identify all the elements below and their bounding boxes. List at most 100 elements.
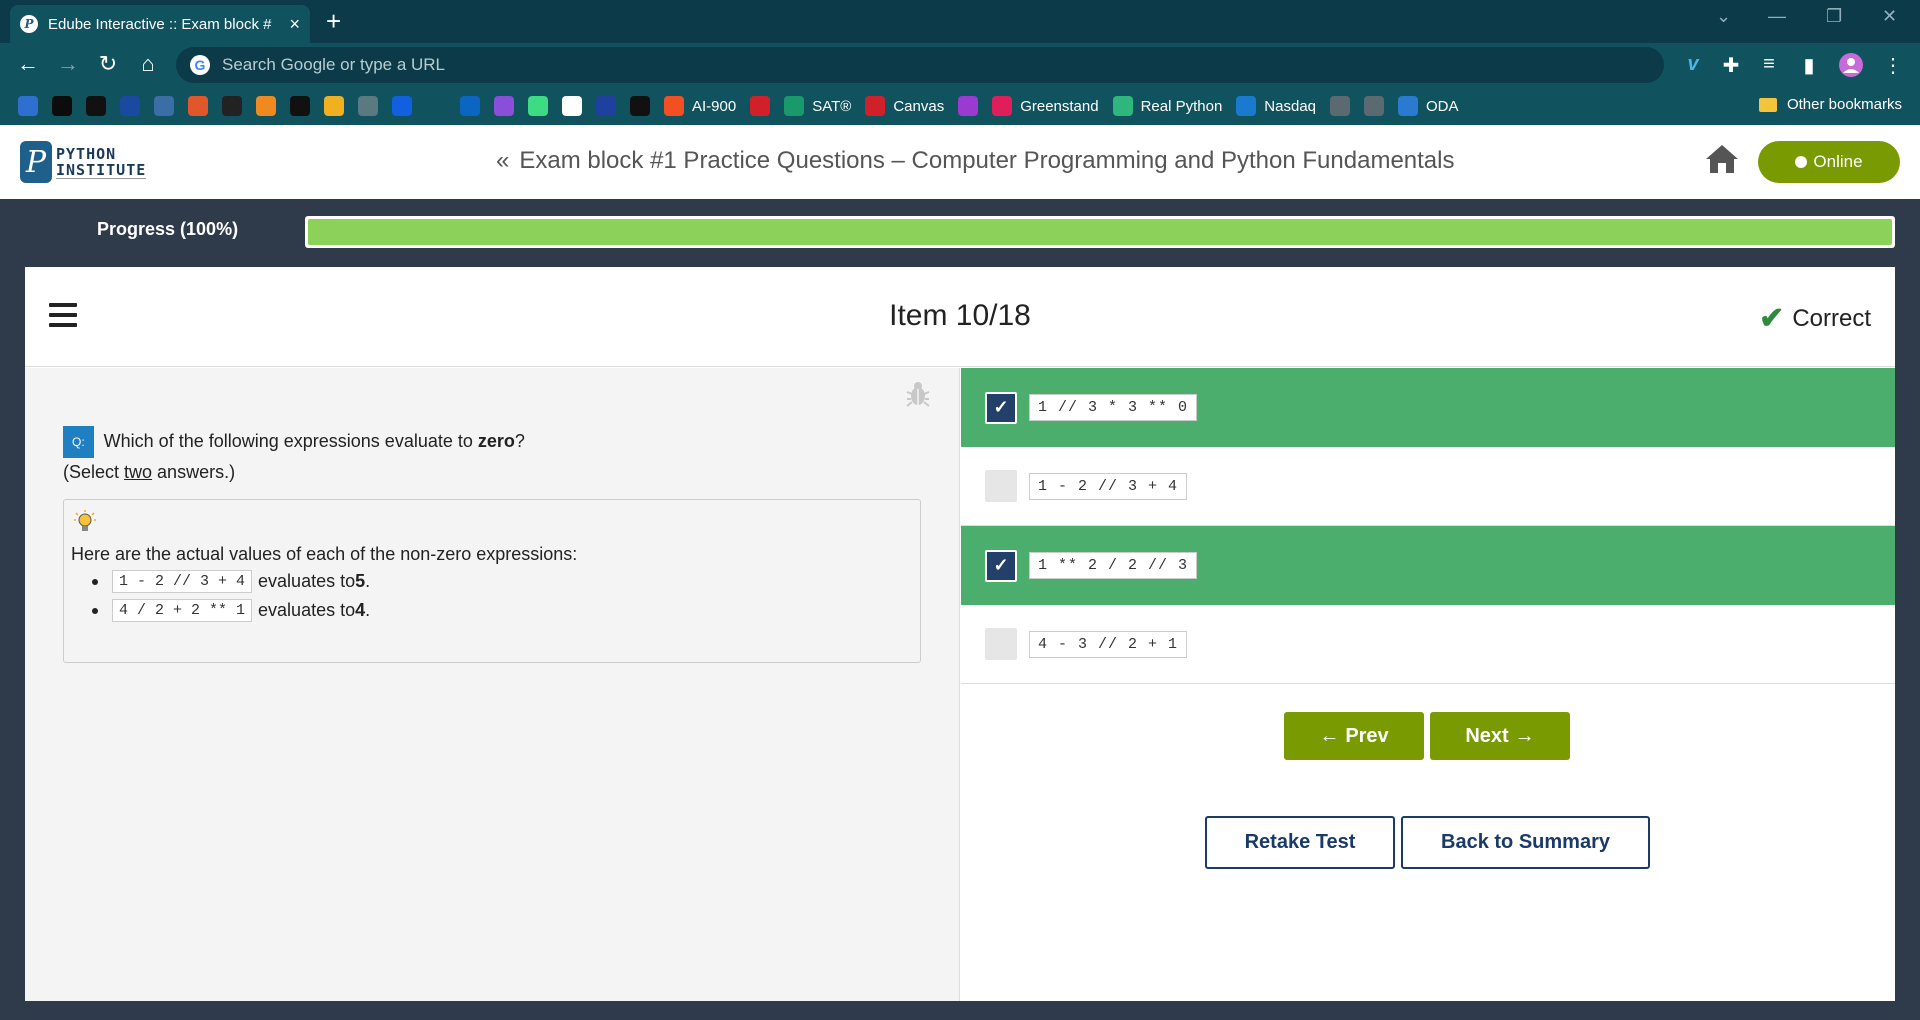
bookmark-item[interactable]	[188, 96, 208, 116]
checkbox-checked-icon[interactable]: ✓	[985, 549, 1017, 582]
bookmark-label: Nasdaq	[1264, 97, 1316, 115]
bookmark-item[interactable]	[596, 96, 616, 116]
checkbox-checked-icon[interactable]: ✓	[985, 391, 1017, 424]
close-tab-icon[interactable]: ×	[289, 14, 300, 35]
profile-avatar-icon[interactable]	[1838, 53, 1864, 83]
answer-option[interactable]: 1 - 2 // 3 + 4	[961, 447, 1895, 526]
chrome-menu-icon[interactable]: ⋮	[1880, 53, 1906, 78]
extensions-puzzle-icon[interactable]: ✚	[1718, 53, 1744, 78]
address-bar[interactable]: G Search Google or type a URL	[176, 47, 1664, 83]
bookmark-item[interactable]	[460, 96, 480, 116]
reload-icon[interactable]: ↻	[94, 51, 122, 77]
bookmark-item[interactable]	[290, 96, 310, 116]
tab-title: Edube Interactive :: Exam block #	[48, 15, 272, 33]
home-icon[interactable]	[1704, 143, 1740, 180]
logo-mark: P	[20, 141, 52, 183]
bookmark-item[interactable]: Nasdaq	[1236, 96, 1316, 116]
bookmark-item[interactable]	[392, 96, 412, 116]
bookmark-item[interactable]	[630, 96, 650, 116]
item-title: Item 10/18	[889, 299, 1031, 332]
target-icon	[86, 96, 106, 116]
arrow-left-icon: ←	[1319, 724, 1340, 747]
bookmark-item[interactable]	[256, 96, 276, 116]
dots-icon	[358, 96, 378, 116]
checkbox-icon[interactable]	[985, 470, 1017, 502]
new-tab-button[interactable]: +	[326, 6, 341, 37]
minimize-icon[interactable]: —	[1768, 6, 1786, 27]
page-title[interactable]: « Exam block #1 Practice Questions – Comp…	[496, 147, 1454, 175]
python-institute-logo[interactable]: P PYTHON INSTITUTE	[20, 141, 147, 183]
answers-pane: ✓ 1 // 3 * 3 ** 0 1 - 2 // 3 + 4 ✓ 1 ** 2 / …	[961, 368, 1895, 1001]
media-playlist-icon[interactable]: ≡	[1756, 53, 1782, 76]
canvas-icon	[865, 96, 886, 116]
swirl-icon	[188, 96, 208, 116]
folder-icon	[1758, 97, 1777, 112]
browser-tab[interactable]: P Edube Interactive :: Exam block # ×	[10, 5, 310, 43]
online-status-button[interactable]: Online	[1758, 141, 1900, 183]
bookmark-item[interactable]: SAT®	[784, 96, 851, 116]
bullet-icon	[92, 578, 98, 585]
bookmark-item[interactable]	[528, 96, 548, 116]
bookmark-item[interactable]: Canvas	[865, 96, 944, 116]
bookmark-item[interactable]	[958, 96, 979, 116]
bookmark-item[interactable]	[358, 96, 378, 116]
tab-search-icon[interactable]: ⌄	[1716, 6, 1731, 27]
close-window-icon[interactable]: ✕	[1882, 6, 1897, 27]
back-icon[interactable]: ←	[14, 51, 42, 77]
microsoft-icon	[664, 96, 684, 116]
logo-line1: PYTHON	[56, 144, 117, 163]
lambda-icon	[222, 96, 242, 116]
next-button[interactable]: Next →	[1430, 712, 1570, 760]
browser-tab-strip: P Edube Interactive :: Exam block # × + …	[0, 0, 1920, 43]
linkedin-icon	[460, 96, 480, 116]
other-bookmarks[interactable]: Other bookmarks	[1758, 96, 1902, 113]
bookmark-item[interactable]	[426, 96, 446, 116]
next-label: Next	[1465, 724, 1509, 747]
bookmark-item[interactable]: Greenstand	[992, 96, 1099, 116]
slash-icon	[256, 96, 276, 116]
p-icon	[120, 96, 140, 116]
answer-option[interactable]: ✓ 1 // 3 * 3 ** 0	[961, 368, 1895, 447]
bookmark-item[interactable]	[1364, 96, 1384, 116]
python-icon	[154, 96, 174, 116]
hint-end: .	[365, 600, 371, 620]
back-to-summary-button[interactable]: Back to Summary	[1401, 816, 1650, 869]
bookmark-item[interactable]	[1330, 96, 1350, 116]
bookmark-item[interactable]	[562, 96, 582, 116]
bookmark-item[interactable]	[750, 96, 771, 116]
checkbox-icon[interactable]	[985, 628, 1017, 660]
bookmark-item[interactable]: ODA	[1398, 96, 1459, 116]
bookmark-item[interactable]	[324, 96, 344, 116]
answer-option[interactable]: ✓ 1 ** 2 / 2 // 3	[961, 526, 1895, 605]
shield-icon	[750, 96, 771, 116]
forward-icon[interactable]: →	[54, 51, 82, 77]
bookmark-item[interactable]: AI-900	[664, 96, 736, 116]
bookmark-item[interactable]	[86, 96, 106, 116]
bookmark-item[interactable]: Real Python	[1112, 96, 1222, 116]
bookmark-item[interactable]	[120, 96, 140, 116]
vimeo-extension-icon[interactable]: v	[1680, 53, 1706, 76]
restore-icon[interactable]: ❐	[1826, 6, 1842, 27]
slack-icon	[1112, 96, 1133, 116]
bookmark-item[interactable]	[494, 96, 514, 116]
bookmark-item[interactable]	[52, 96, 72, 116]
bookmark-item[interactable]	[154, 96, 174, 116]
card-header: Item 10/18 ✔ Correct	[25, 267, 1895, 367]
retake-label: Retake Test	[1244, 831, 1356, 853]
home-nav-icon[interactable]: ⌂	[134, 51, 162, 77]
bug-report-icon[interactable]	[905, 380, 931, 415]
side-panel-icon[interactable]: ▮	[1796, 53, 1822, 78]
question-keyword: zero	[477, 430, 515, 451]
layers-icon	[324, 96, 344, 116]
bookmark-item[interactable]	[18, 96, 38, 116]
lightbulb-icon	[74, 510, 96, 541]
bookmark-label: ODA	[1426, 97, 1459, 115]
dollar-icon	[1398, 96, 1418, 116]
android-icon	[528, 96, 548, 116]
prev-button[interactable]: ← Prev	[1284, 712, 1424, 760]
answer-option[interactable]: 4 - 3 // 2 + 1	[961, 605, 1895, 684]
terminal-icon	[630, 96, 650, 116]
answer-expression: 4 - 3 // 2 + 1	[1029, 630, 1188, 658]
bookmark-item[interactable]	[222, 96, 242, 116]
retake-test-button[interactable]: Retake Test	[1205, 816, 1395, 869]
